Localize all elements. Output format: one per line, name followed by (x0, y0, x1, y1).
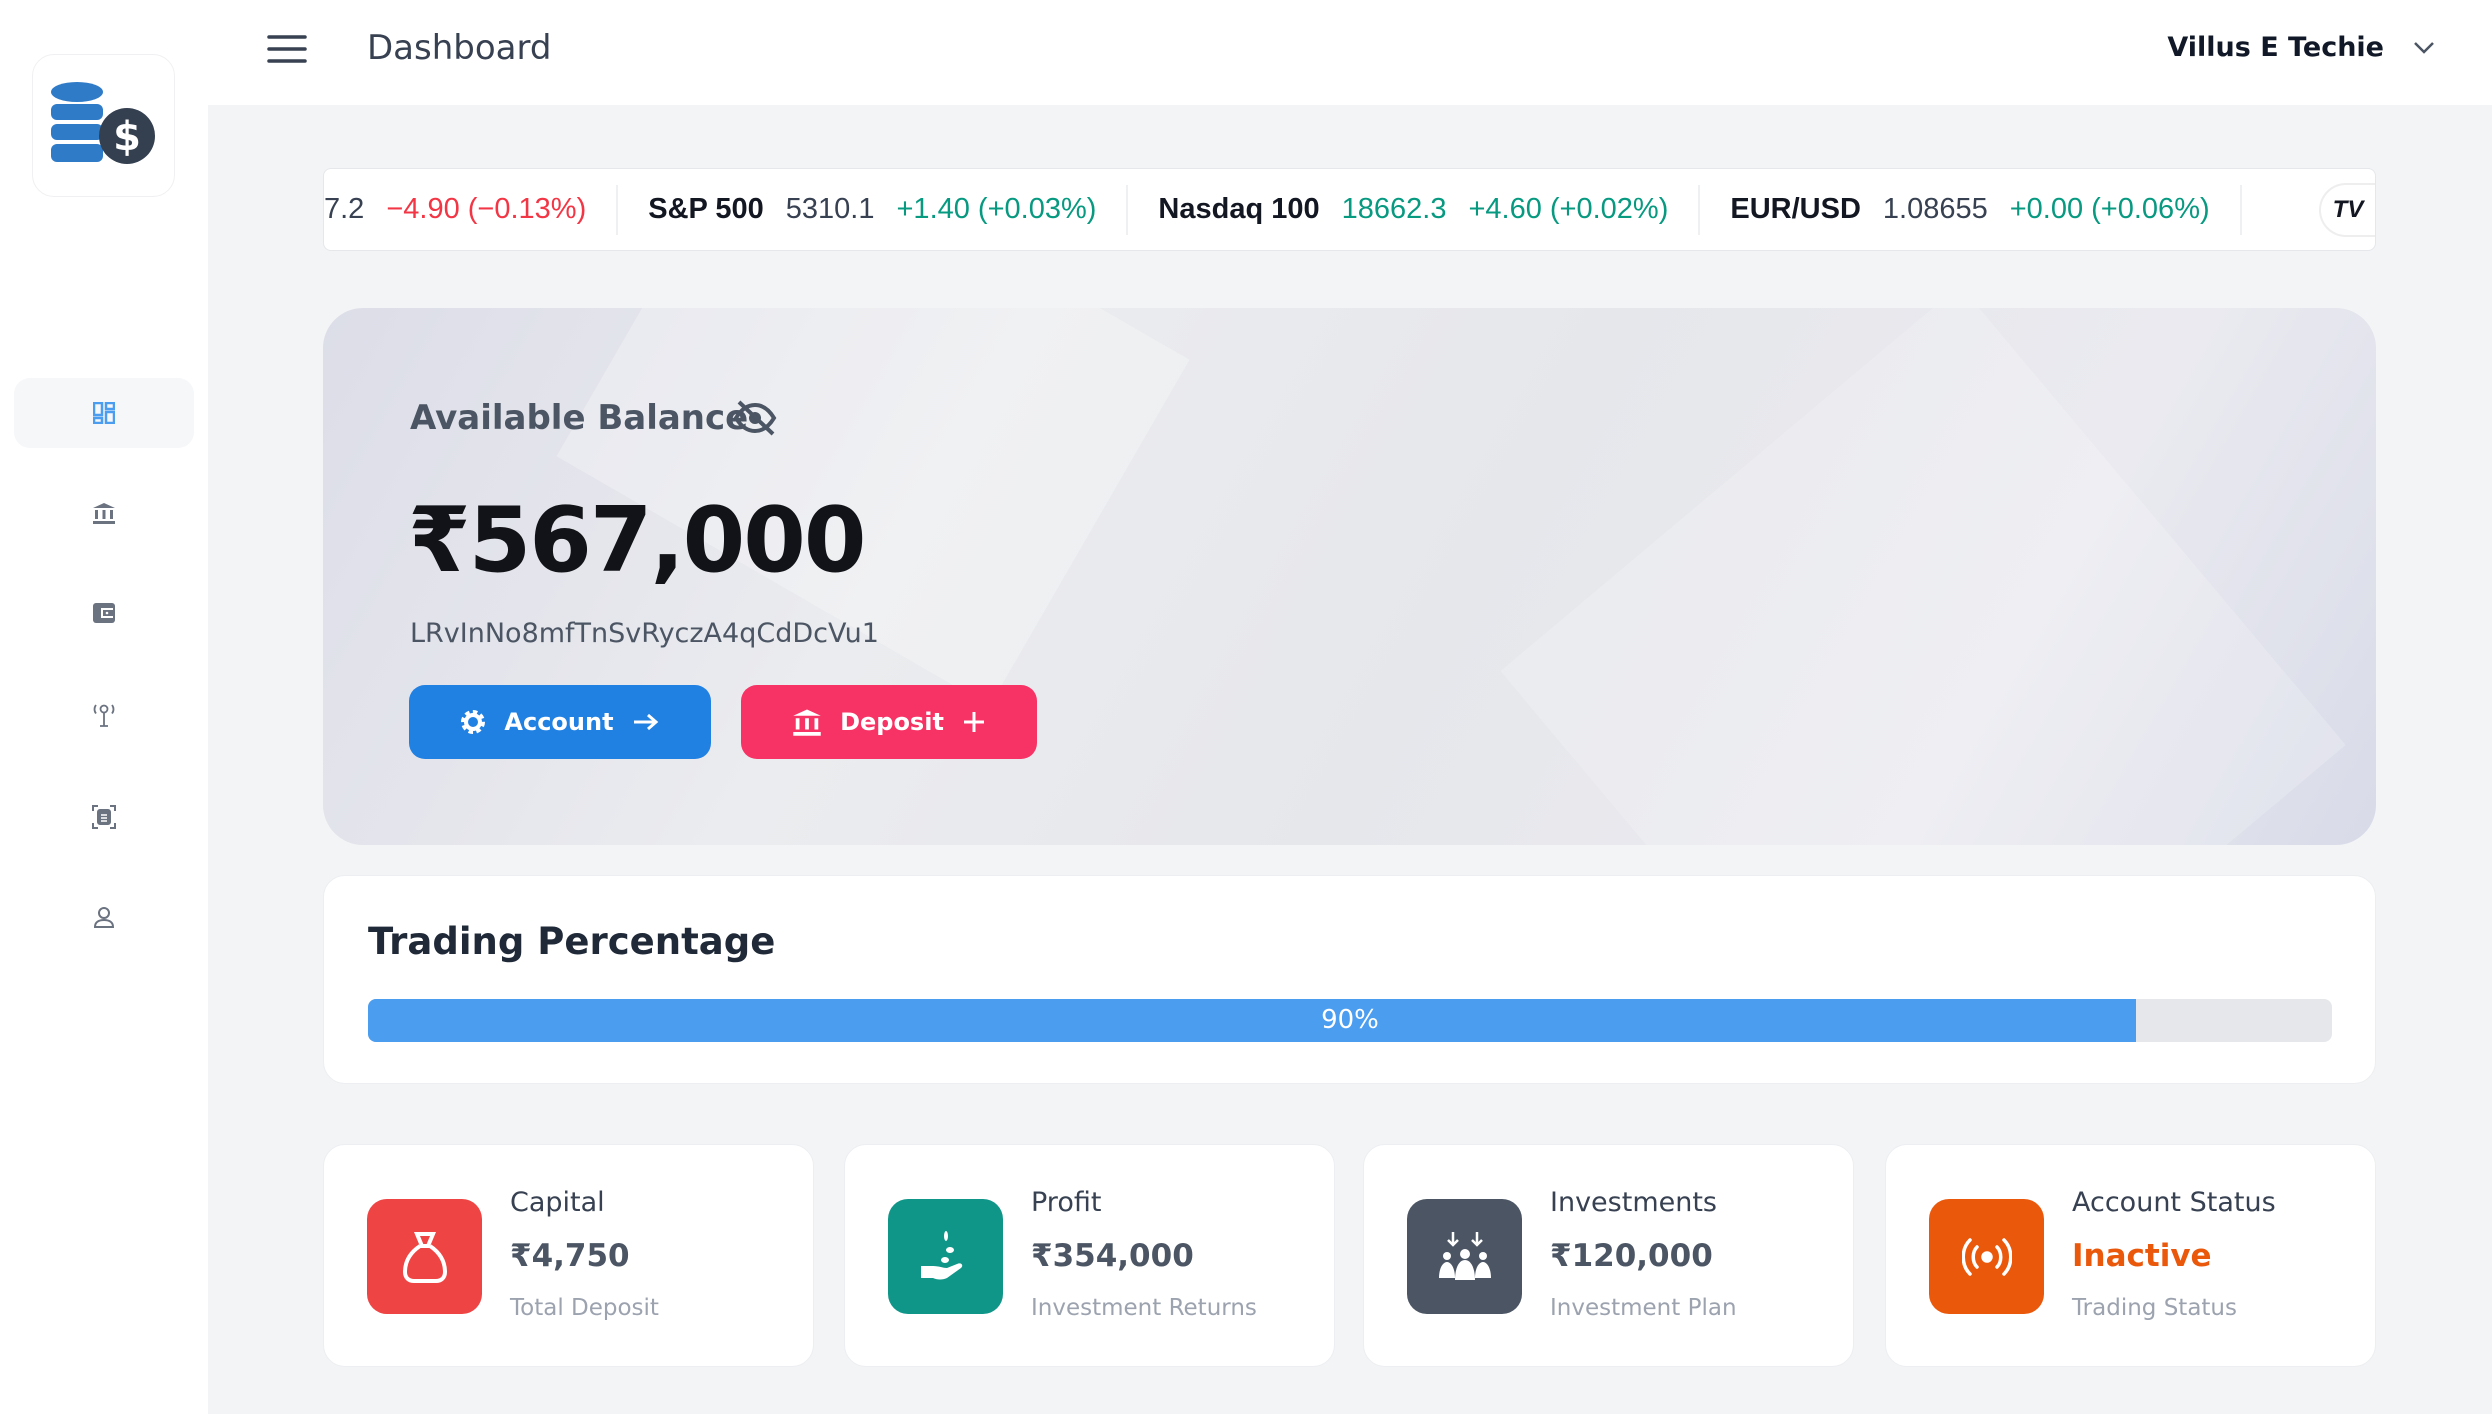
ticker-item[interactable]: Nasdaq 100 18662.3 +4.60 (+0.02%) (1128, 184, 1701, 235)
arrow-right-icon (633, 713, 658, 731)
stat-card-profit: Profit ₹354,000 Investment Returns (844, 1144, 1335, 1367)
sidebar-item-wallet[interactable] (14, 578, 194, 648)
bank-icon (793, 709, 821, 736)
sidebar-item-scan[interactable] (14, 782, 194, 852)
account-status-value: Inactive (2072, 1238, 2212, 1274)
available-balance-label: Available Balance (410, 398, 749, 438)
market-ticker[interactable]: 7.2 −4.90 (−0.13%) S&P 500 5310.1 +1.40 (+0… (323, 168, 2376, 251)
wallet-address: LRvInNo8mfTnSvRyczA4qCdDcVu1 (410, 618, 879, 649)
eye-off-icon[interactable] (733, 400, 777, 436)
ticker-symbol: EUR/USD (1730, 193, 1861, 225)
stat-subtitle: Investment Returns (1031, 1295, 1257, 1321)
balance-amount: ₹567,000 (408, 488, 867, 593)
ticker-price: 7.2 (324, 193, 365, 225)
stat-title: Capital (510, 1187, 605, 1218)
user-icon (93, 907, 115, 928)
page-title: Dashboard (367, 28, 552, 68)
stat-value: ₹354,000 (1031, 1238, 1194, 1274)
hamburger-menu-icon[interactable] (267, 34, 307, 64)
sidebar-item-profile[interactable] (14, 882, 194, 952)
stat-card-account-status: Account Status Inactive Trading Status (1885, 1144, 2376, 1367)
dashboard-icon (93, 402, 115, 424)
gear-icon (461, 710, 486, 734)
sidebar-item-dashboard[interactable] (14, 378, 194, 448)
ticker-symbol: Nasdaq 100 (1158, 193, 1320, 225)
stat-value: ₹120,000 (1550, 1238, 1713, 1274)
trading-progress-bar: 90% (368, 999, 2332, 1042)
stat-title: Investments (1550, 1187, 1717, 1218)
svg-text:$: $ (113, 114, 141, 160)
scan-document-icon (92, 805, 116, 829)
stat-card-capital: Capital ₹4,750 Total Deposit (323, 1144, 814, 1367)
ticker-item[interactable]: 7.2 −4.90 (−0.13%) (324, 184, 619, 235)
sidebar-item-signal[interactable] (14, 680, 194, 750)
ticker-change: +0.00 (+0.06%) (2009, 193, 2210, 225)
logo[interactable]: $ (32, 54, 175, 197)
money-bag-icon (367, 1199, 482, 1314)
tradingview-logo[interactable]: TV (2319, 183, 2375, 237)
database-dollar-icon: $ (50, 81, 155, 164)
ticker-price: 1.08655 (1882, 193, 1988, 225)
group-icon (1407, 1199, 1522, 1314)
stat-title: Account Status (2072, 1187, 2276, 1218)
account-button[interactable]: Account (409, 685, 711, 759)
sidebar-item-bank[interactable] (14, 478, 194, 548)
stat-subtitle: Trading Status (2072, 1295, 2237, 1321)
ticker-item[interactable]: S&P 500 5310.1 +1.40 (+0.03%) (618, 184, 1129, 235)
stat-subtitle: Total Deposit (510, 1295, 659, 1321)
ticker-change: −4.90 (−0.13%) (386, 193, 587, 225)
account-button-label: Account (504, 708, 614, 736)
top-header: Dashboard Villus E Techie (208, 0, 2492, 105)
chevron-down-icon[interactable] (2412, 40, 2436, 56)
ticker-symbol: S&P 500 (648, 193, 764, 225)
plus-icon (963, 712, 984, 732)
ticker-price: 5310.1 (785, 193, 875, 225)
antenna-icon (93, 704, 115, 727)
ticker-change: +4.60 (+0.02%) (1468, 193, 1669, 225)
balance-card: Available Balance ₹567,000 LRvInNo8mfTnS… (323, 308, 2376, 845)
stat-card-investments: Investments ₹120,000 Investment Plan (1363, 1144, 1854, 1367)
sidebar: $ (0, 0, 208, 1414)
stat-title: Profit (1031, 1187, 1102, 1218)
trading-percentage-card: Trading Percentage 90% (323, 875, 2376, 1084)
ticker-price: 18662.3 (1341, 193, 1447, 225)
deposit-button[interactable]: Deposit (741, 685, 1037, 759)
progress-label: 90% (1321, 1005, 1379, 1035)
hand-coins-icon (888, 1199, 1003, 1314)
broadcast-icon (1929, 1199, 2044, 1314)
ticker-change: +1.40 (+0.03%) (896, 193, 1097, 225)
ticker-item[interactable]: EUR/USD 1.08655 +0.00 (+0.06%) (1700, 184, 2242, 235)
user-menu-name[interactable]: Villus E Techie (2167, 32, 2384, 63)
trading-percentage-title: Trading Percentage (368, 920, 776, 963)
bank-icon (93, 503, 115, 524)
stat-subtitle: Investment Plan (1550, 1295, 1737, 1321)
stat-value: ₹4,750 (510, 1238, 630, 1274)
deposit-button-label: Deposit (840, 708, 944, 736)
wallet-icon (93, 603, 115, 623)
